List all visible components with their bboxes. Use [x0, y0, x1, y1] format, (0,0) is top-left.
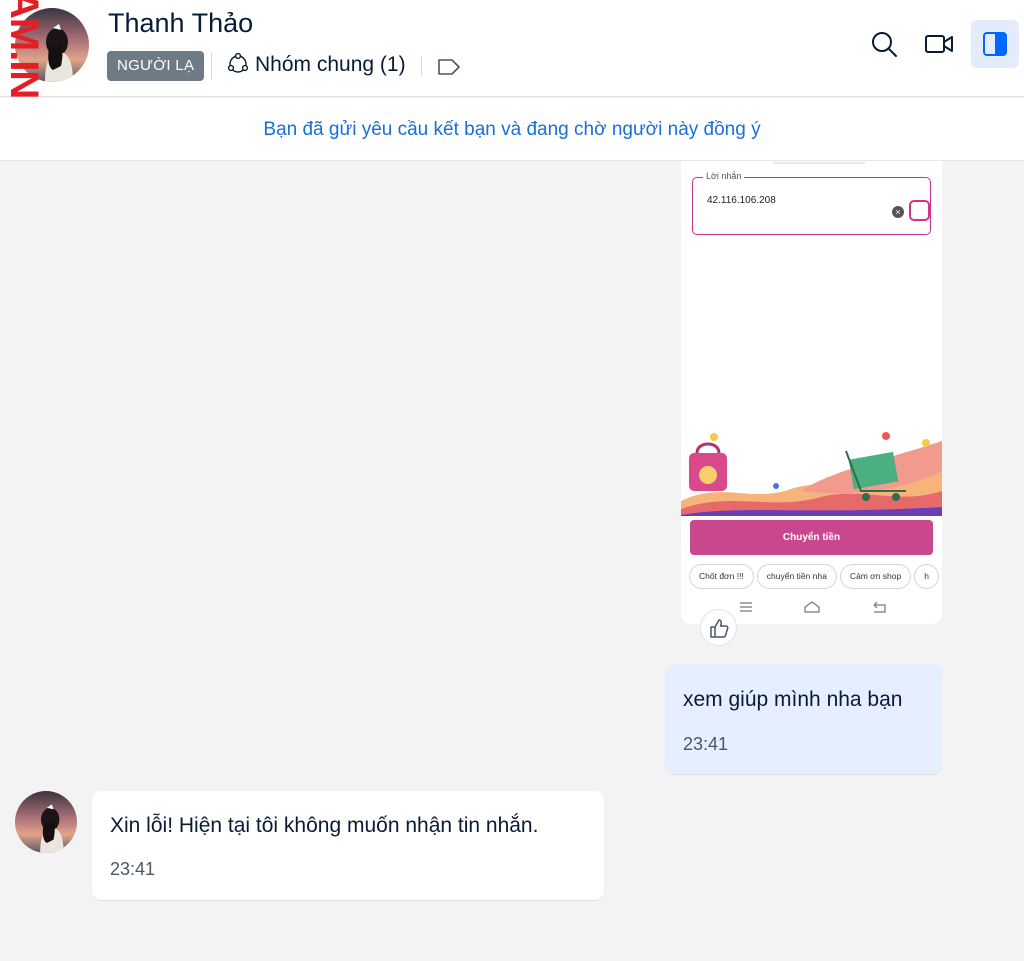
shopping-illustration	[681, 432, 942, 516]
sidebar-toggle-icon	[983, 32, 1007, 56]
tag-icon[interactable]	[437, 58, 461, 76]
group-icon	[227, 53, 249, 73]
message-time: 23:41	[683, 734, 729, 754]
field-label: Lời nhắn	[703, 171, 745, 181]
search-icon	[872, 32, 897, 57]
message-time: 23:41	[110, 859, 156, 879]
quick-reply-chip: chuyển tiền nha	[756, 564, 837, 589]
sidebar-toggle-button[interactable]	[971, 20, 1019, 68]
back-icon	[873, 601, 886, 613]
quick-reply-chips: Chốt đơn !!! chuyển tiền nha Cảm ơn shop h	[689, 564, 942, 589]
header-divider	[211, 52, 212, 80]
reaction-button[interactable]	[700, 609, 737, 646]
transfer-money-button: Chuyển tiền	[690, 520, 933, 555]
header-divider	[421, 56, 422, 76]
quick-reply-chip: Chốt đơn !!!	[689, 564, 754, 589]
image-message[interactable]: × Lời nhắn 42.116.106.208 Chuyển tiền Ch…	[681, 161, 942, 624]
stranger-badge: NGƯỜI LẠ	[107, 51, 205, 81]
friend-request-banner: Bạn đã gửi yêu cầu kết bạn và đang chờ n…	[0, 98, 1024, 161]
quick-reply-chip: Cảm ơn shop	[839, 564, 912, 589]
message-field: ×	[692, 177, 931, 235]
quick-reply-chip: h	[914, 564, 939, 589]
sticker-icon	[909, 200, 930, 221]
search-button[interactable]	[860, 20, 908, 68]
common-groups-link[interactable]: Nhóm chung (1)	[255, 53, 406, 77]
received-message-bubble[interactable]: Xin lỗi! Hiện tại tôi không muốn nhận ti…	[92, 791, 604, 900]
home-icon	[804, 601, 820, 613]
chat-header: Thanh Thảo NGƯỜI LẠ Nhóm chung (1)	[0, 0, 1024, 97]
image-top-divider	[773, 162, 865, 164]
sent-message-bubble[interactable]: xem giúp mình nha bạn 23:41	[665, 664, 942, 774]
contact-name[interactable]: Thanh Thảo	[108, 8, 253, 39]
thumbs-up-icon	[709, 618, 728, 638]
message-text: Xin lỗi! Hiện tại tôi không muốn nhận ti…	[110, 814, 539, 837]
message-text: xem giúp mình nha bạn	[683, 688, 903, 711]
clear-icon: ×	[892, 206, 904, 218]
video-call-button[interactable]	[915, 20, 963, 68]
video-call-icon	[925, 35, 953, 53]
sender-avatar[interactable]	[15, 791, 77, 853]
menu-icon	[740, 602, 752, 612]
field-value: 42.116.106.208	[707, 195, 776, 206]
